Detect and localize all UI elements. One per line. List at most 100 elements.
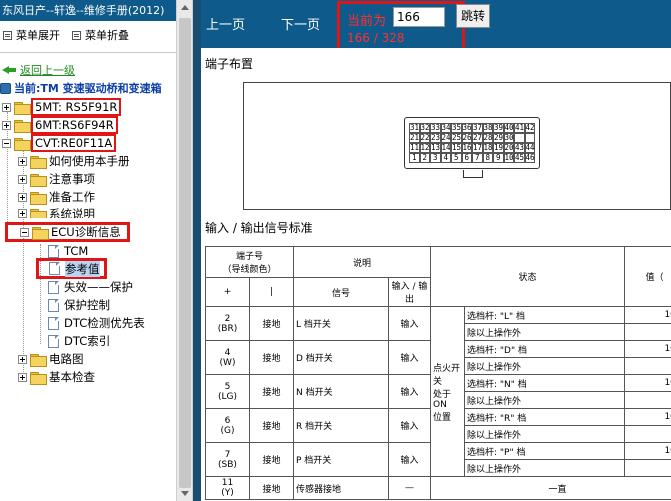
scroll-down-icon[interactable] xyxy=(181,491,189,496)
connector-pin: 37 xyxy=(472,123,483,133)
tree-node-6mt[interactable]: 6MT:RS6F94R xyxy=(2,116,118,134)
collapse-menu-button[interactable]: 菜单折叠 xyxy=(72,27,129,43)
tree-node-how-to-use[interactable]: 如何使用本手册 xyxy=(18,152,130,170)
tree-node-label: 保护控制 xyxy=(64,298,110,312)
tree-node-precautions[interactable]: 注意事项 xyxy=(18,170,95,188)
expand-icon[interactable] xyxy=(2,120,11,130)
menu-icon xyxy=(3,30,12,40)
state-cell: 除以上操作外 xyxy=(464,425,625,443)
tree-node-label: 电路图 xyxy=(49,352,84,366)
tree-node-preparation[interactable]: 准备工作 xyxy=(18,188,95,206)
panel-splitter[interactable] xyxy=(193,0,201,501)
value-cell: 0 xyxy=(624,391,671,409)
tree-node-protection-control[interactable]: 保护控制 xyxy=(48,296,110,314)
state-cell: 选档杆: "N" 档 xyxy=(464,374,625,392)
value-cell: 0 xyxy=(624,425,671,443)
tree-node-ecu-diagnosis[interactable]: ECU诊断信息 xyxy=(5,222,130,242)
connector-pin: 6 xyxy=(461,153,472,163)
expand-icon[interactable] xyxy=(18,156,27,166)
collapse-menu-label: 菜单折叠 xyxy=(85,29,129,42)
connector-pin: 30 xyxy=(503,133,514,143)
connector-pin-grid: 31 32 33 34 35 36 37 38 39 40 41 42 21 22 23 24 25 26 27 28… xyxy=(409,123,535,163)
folder-icon xyxy=(14,119,31,133)
ground-cell: 接地 xyxy=(249,306,294,341)
ignition-condition-cell: 点火开关 处于 ON 位置 xyxy=(430,306,465,477)
tree-node-cvt[interactable]: CVT:RE0F11A xyxy=(2,134,117,152)
back-link[interactable]: 返回上一级 xyxy=(20,62,75,78)
io-cell: 输入 xyxy=(388,306,431,341)
menu-toolbar: 菜单展开 菜单折叠 xyxy=(0,27,176,45)
collapse-icon[interactable] xyxy=(2,138,11,148)
column-header-plus: + xyxy=(205,277,250,307)
tree-node-basic-inspection[interactable]: 基本检查 xyxy=(18,368,95,386)
expand-icon[interactable] xyxy=(18,209,27,218)
connector-pin: 36 xyxy=(461,123,472,133)
connector-pin: 32 xyxy=(419,123,430,133)
io-cell: 输入 xyxy=(388,374,431,409)
tree-node-reference-value[interactable]: 参考值 xyxy=(36,258,107,279)
tree-scrollbar[interactable] xyxy=(176,0,193,501)
tree-node-wiring-diagram[interactable]: 电路图 xyxy=(18,350,84,368)
connector-pin: 31 xyxy=(409,123,420,133)
table-row: 2 (BR)接地L 档开关输入点火开关 处于 ON 位置选档杆: "L" 档10… xyxy=(205,306,671,477)
connector-pin: 18 xyxy=(482,143,493,153)
expand-menu-button[interactable]: 菜单展开 xyxy=(3,27,60,43)
tree-node-fail-safe[interactable]: 失效——保护 xyxy=(48,278,133,296)
page-number-input[interactable]: 166 xyxy=(393,7,445,27)
expand-icon[interactable] xyxy=(18,192,27,202)
column-header-state: 状态 xyxy=(430,246,625,307)
tree-node-label: CVT:RE0F11A xyxy=(30,134,117,152)
scrollbar-thumb[interactable] xyxy=(179,18,191,488)
back-link-row[interactable]: 返回上一级 xyxy=(2,62,75,78)
tree-node-label: 失效——保护 xyxy=(64,280,133,294)
column-header-minus: | xyxy=(249,277,294,307)
state-cell: 一直 xyxy=(430,476,671,500)
tree-node-label: 5MT: RS5F91R xyxy=(30,98,122,116)
expand-icon[interactable] xyxy=(2,102,11,112)
value-cell: 10 - xyxy=(624,408,671,426)
content-panel: 上一页 下一页 当前为 166 166 / 328 跳转 端子布置 31 32 33… xyxy=(193,0,671,501)
tree-node-dtc-index[interactable]: DTC索引 xyxy=(48,332,110,350)
connector-pin: 33 xyxy=(430,123,441,133)
value-cell: 10 - xyxy=(624,442,671,460)
current-location-label: 当前:TM 变速驱动桥和变速箱 xyxy=(14,82,162,95)
tree-node-label: 如何使用本手册 xyxy=(49,154,130,168)
expand-icon[interactable] xyxy=(18,372,27,382)
ground-cell: 接地 xyxy=(249,442,294,477)
jump-button[interactable]: 跳转 xyxy=(456,4,490,28)
signal-table-body: 2 (BR)接地L 档开关输入点火开关 处于 ON 位置选档杆: "L" 档10… xyxy=(205,306,671,500)
connector-pin: 10 xyxy=(503,153,514,163)
connector-pin: 22 xyxy=(419,133,430,143)
tree-node-system-description[interactable]: 系统说明 xyxy=(18,206,95,218)
connector-pin: 34 xyxy=(440,123,451,133)
ground-cell: 接地 xyxy=(249,340,294,375)
io-cell: 输入 xyxy=(388,442,431,477)
io-cell: 输入 xyxy=(388,340,431,375)
document-icon xyxy=(48,298,59,312)
signal-table: 端子号 （导线颜色） 说明 状态 值（ + | 信号 输入 / 输出 2 (BR… xyxy=(205,246,671,500)
state-cell: 除以上操作外 xyxy=(464,323,625,341)
tree-node-dtc-priority[interactable]: DTC检测优先表 xyxy=(48,314,145,332)
prev-page-button[interactable]: 上一页 xyxy=(206,14,245,33)
folder-icon xyxy=(32,226,49,240)
expand-menu-label: 菜单展开 xyxy=(16,29,60,42)
connector-pin: 23 xyxy=(430,133,441,143)
expand-icon[interactable] xyxy=(18,174,27,184)
connector-pin: 27 xyxy=(472,133,483,143)
value-cell: 10 - xyxy=(624,374,671,392)
tree-node-label: TCM xyxy=(64,244,89,258)
connector-pin: 43 xyxy=(514,143,525,153)
terminal-cell: 6 (G) xyxy=(205,408,250,443)
tree-node-5mt[interactable]: 5MT: RS5F91R xyxy=(2,98,122,116)
scroll-up-icon[interactable] xyxy=(181,5,189,10)
collapse-icon[interactable] xyxy=(20,227,29,237)
tree-node-label: 系统说明 xyxy=(49,207,95,218)
signal-cell: R 档开关 xyxy=(293,408,389,443)
expand-icon[interactable] xyxy=(18,354,27,364)
next-page-button[interactable]: 下一页 xyxy=(281,14,320,33)
value-cell: 10 - xyxy=(624,340,671,358)
column-header-signal: 信号 xyxy=(293,277,389,307)
value-cell: 0 xyxy=(624,323,671,341)
column-header-terminal: 端子号 （导线颜色） xyxy=(205,246,294,278)
connector-pin: 38 xyxy=(482,123,493,133)
